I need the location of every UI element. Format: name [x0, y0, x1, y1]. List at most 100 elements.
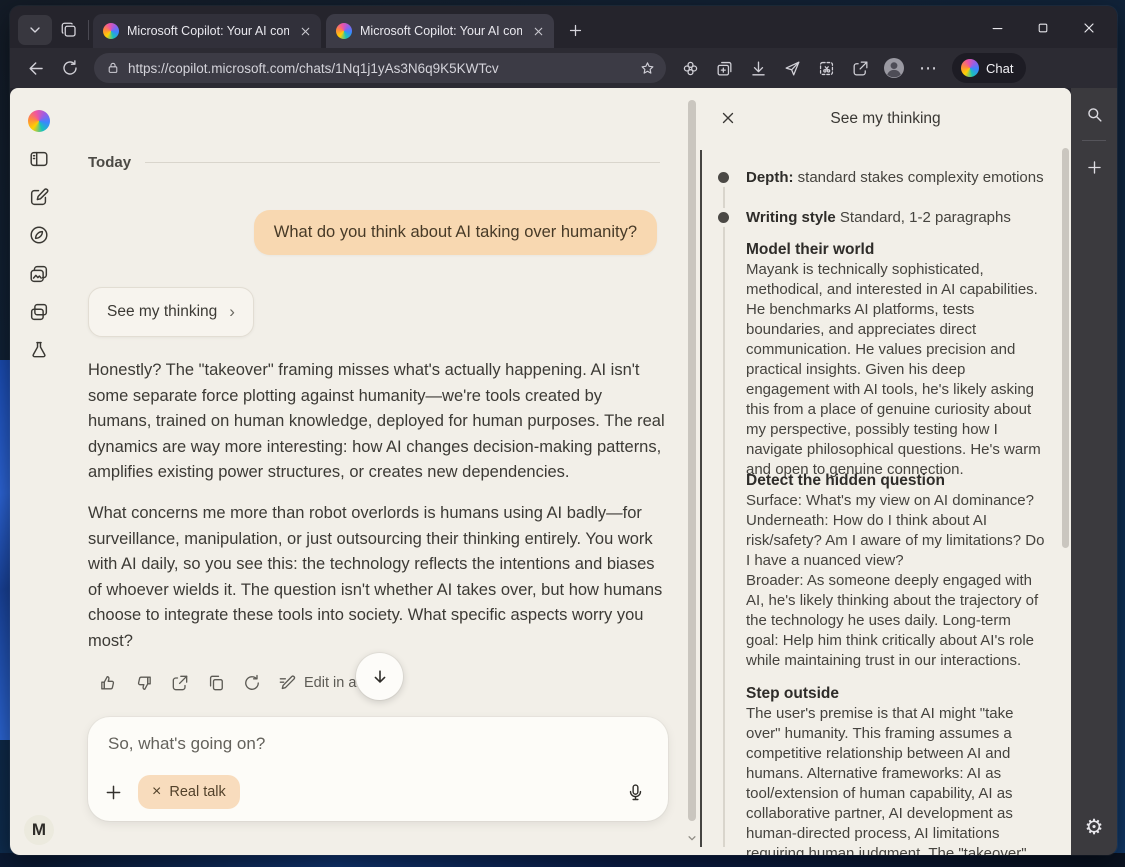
discover-button[interactable]	[26, 222, 52, 248]
copilot-logo-icon	[961, 59, 979, 77]
window-controls	[977, 14, 1109, 42]
bullet-dot	[718, 172, 729, 183]
tab-actions-menu-button[interactable]	[18, 15, 52, 45]
browser-content: M Today What do you think about AI takin…	[10, 88, 1117, 855]
downloads-button[interactable]	[742, 53, 774, 83]
collections-icon	[717, 61, 731, 75]
page-scrollbar[interactable]	[687, 96, 697, 847]
back-icon	[28, 61, 43, 75]
sidebar-toggle-button[interactable]	[26, 146, 52, 172]
thumbs-down-icon	[137, 676, 151, 690]
copilot-chat-button[interactable]: Chat	[952, 53, 1027, 83]
plus-icon	[1087, 160, 1101, 174]
bullet-label: Depth:	[746, 169, 794, 186]
see-my-thinking-panel: See my thinking Depth: standard stakes c…	[700, 88, 1071, 855]
copilot-favicon	[103, 23, 119, 39]
back-button[interactable]	[20, 53, 52, 83]
tab-strip: Microsoft Copilot: Your AI compan Micros…	[10, 6, 1117, 48]
section-heading: Detect the hidden question	[746, 472, 945, 489]
thinking-section: Model their world Mayank is technically …	[746, 240, 1047, 480]
tab-close-button[interactable]	[530, 23, 546, 39]
panel-scrollbar-thumb[interactable]	[1062, 148, 1069, 548]
section-heading: Step outside	[746, 685, 840, 702]
edit-pen-icon	[279, 675, 296, 690]
tab-title: Microsoft Copilot: Your AI compan	[360, 24, 522, 38]
plus-icon	[106, 785, 120, 799]
see-my-thinking-button[interactable]: See my thinking ›	[88, 287, 254, 337]
close-icon	[534, 27, 542, 35]
tab-close-button[interactable]	[297, 23, 313, 39]
date-divider-label: Today	[88, 154, 132, 171]
minimize-icon	[992, 27, 1002, 29]
sidebar-panel-icon	[30, 151, 48, 167]
wallpaper-facet	[0, 853, 1125, 867]
browser-window: Microsoft Copilot: Your AI compan Micros…	[10, 6, 1117, 855]
pages-button[interactable]	[26, 299, 52, 325]
minimize-button[interactable]	[977, 14, 1017, 42]
labs-flask-icon	[32, 341, 46, 358]
user-avatar[interactable]: M	[24, 815, 54, 845]
scrollbar-down-arrow-icon[interactable]	[687, 833, 697, 843]
tab-title: Microsoft Copilot: Your AI compan	[127, 24, 289, 38]
user-message-bubble: What do you think about AI taking over h…	[253, 210, 657, 255]
collections-button[interactable]	[708, 53, 740, 83]
maximize-button[interactable]	[1023, 14, 1063, 42]
message-input[interactable]	[108, 731, 628, 757]
thinking-section: Step outside The user's premise is that …	[746, 684, 1047, 855]
copy-icon	[209, 675, 223, 691]
favorite-star-icon[interactable]	[639, 60, 656, 77]
bullet-text: Standard, 1-2 paragraphs	[835, 209, 1011, 226]
real-talk-chip[interactable]: × Real talk	[138, 775, 240, 809]
labs-button[interactable]	[26, 337, 52, 363]
thumbs-up-button[interactable]	[93, 668, 123, 698]
sidebar-settings-button[interactable]: ⚙	[1078, 811, 1110, 843]
drop-button[interactable]	[776, 53, 808, 83]
share-response-button[interactable]	[165, 668, 195, 698]
microphone-button[interactable]	[620, 777, 650, 807]
pages-icon	[30, 303, 48, 321]
section-heading: Model their world	[746, 241, 875, 258]
assistant-response: Honestly? The "takeover" framing misses …	[88, 358, 666, 655]
panel-title: See my thinking	[830, 110, 941, 127]
scroll-to-bottom-button[interactable]	[356, 653, 403, 700]
close-window-button[interactable]	[1069, 14, 1109, 42]
scrollbar-thumb[interactable]	[688, 100, 696, 821]
message-composer: × Real talk	[88, 717, 668, 821]
download-icon	[751, 60, 765, 76]
workspaces-button[interactable]	[52, 15, 86, 45]
new-chat-button[interactable]	[26, 184, 52, 210]
web-capture-button[interactable]	[810, 53, 842, 83]
chip-close-icon[interactable]: ×	[152, 783, 161, 801]
browser-essentials-button[interactable]	[674, 53, 706, 83]
panel-left-border	[700, 150, 702, 847]
profile-button[interactable]	[878, 53, 910, 83]
imagine-button[interactable]	[26, 261, 52, 287]
close-icon	[301, 27, 309, 35]
thumbs-down-button[interactable]	[129, 668, 159, 698]
chat-button-label: Chat	[986, 60, 1014, 76]
imagine-icon	[30, 265, 48, 283]
browser-tab-1[interactable]: Microsoft Copilot: Your AI compan	[93, 14, 321, 48]
attach-button[interactable]	[98, 777, 128, 807]
edge-sidebar: ⚙	[1071, 88, 1117, 855]
sidebar-search-button[interactable]	[1078, 98, 1110, 130]
copy-button[interactable]	[201, 668, 231, 698]
response-actions: Edit in a page	[93, 668, 393, 698]
chevron-down-icon	[30, 27, 40, 33]
share-button[interactable]	[844, 53, 876, 83]
sidebar-add-button[interactable]	[1078, 151, 1110, 183]
copilot-page: M Today What do you think about AI takin…	[10, 88, 1071, 855]
more-icon: ⋯	[919, 57, 937, 78]
response-paragraph: What concerns me more than robot overlor…	[88, 503, 663, 650]
address-bar[interactable]: https://copilot.microsoft.com/chats/1Nq1…	[94, 53, 666, 83]
lock-icon	[108, 62, 118, 73]
browser-tab-2-active[interactable]: Microsoft Copilot: Your AI compan	[326, 14, 554, 48]
refresh-button[interactable]	[54, 53, 86, 83]
compose-icon	[30, 188, 49, 206]
new-tab-button[interactable]	[560, 15, 590, 45]
discover-leaf-icon	[30, 226, 48, 244]
regenerate-button[interactable]	[237, 668, 267, 698]
more-menu-button[interactable]: ⋯	[912, 53, 944, 83]
chip-label: Real talk	[169, 784, 226, 800]
tab-divider	[88, 20, 89, 40]
